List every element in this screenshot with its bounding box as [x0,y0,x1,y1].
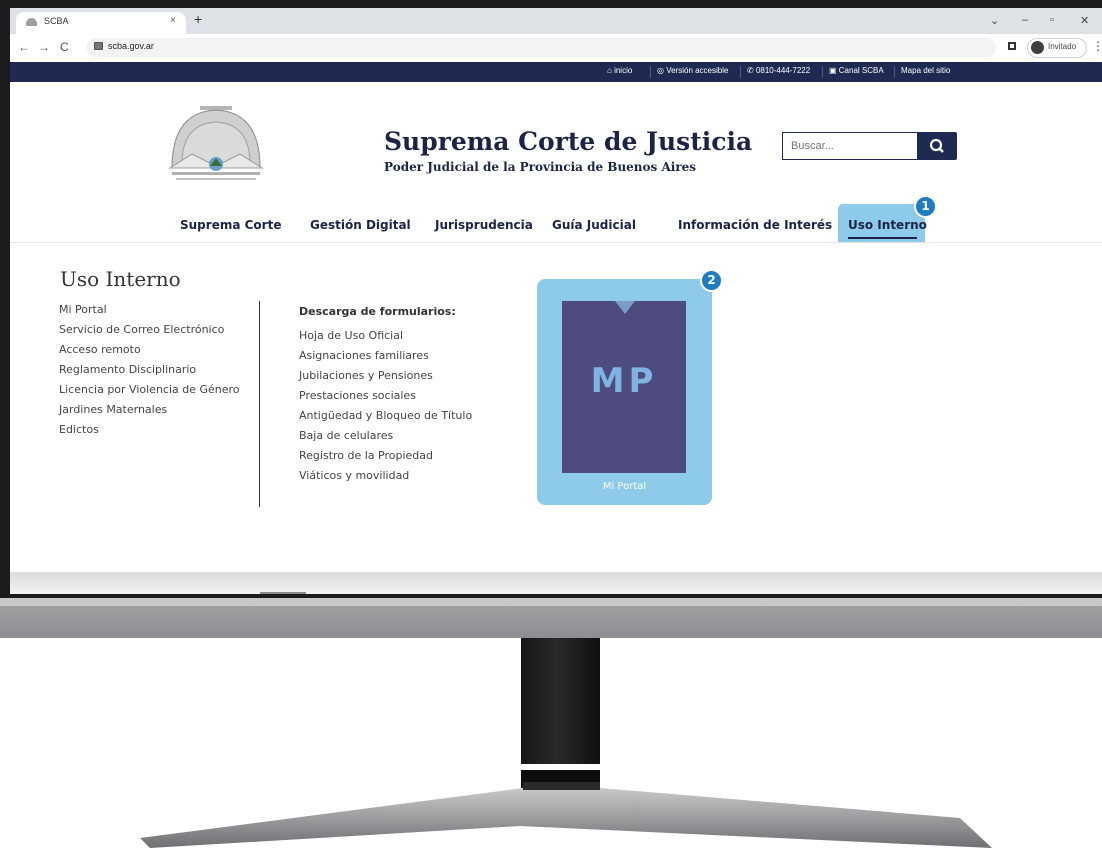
video-icon: ▣ [829,66,839,75]
form-link-asignaciones-familiares[interactable]: Asignaciones familiares [299,349,429,362]
topbar-accessible-link[interactable]: ◎ Versión accesible [657,66,728,75]
link-edictos[interactable]: Edictos [59,423,99,436]
form-link-hoja-uso-oficial[interactable]: Hoja de Uso Oficial [299,329,403,342]
dropdown-title: Uso Interno [60,267,181,291]
nav-active-underline [848,237,917,239]
topbar-divider [822,66,823,78]
topbar-phone-label: 0810-444-7222 [755,66,811,75]
profile-avatar-icon [1031,41,1044,54]
url-text: scba.gov.ar [108,41,154,51]
reload-icon[interactable]: C [60,40,69,54]
form-link-prestaciones-sociales[interactable]: Prestaciones sociales [299,389,416,402]
topbar-phone-link[interactable]: ✆ 0810-444-7222 [747,66,810,75]
eye-slash-icon: ◎ [657,66,667,75]
link-acceso-remoto[interactable]: Acceso remoto [59,343,141,356]
browser-toolbar: ← → C scba.gov.ar Invitado ⋮ [10,34,1102,63]
close-window-icon[interactable]: ✕ [1080,14,1089,27]
topbar-sitemap-link[interactable]: Mapa del sitio [901,66,950,75]
tab-list-icon[interactable]: ⌄ [990,14,999,27]
tab-title: SCBA [44,16,69,26]
site-subtitle: Poder Judicial de la Provincia de Buenos… [384,160,697,174]
topbar-home-label: inicio [614,66,633,75]
link-licencia-violencia-genero[interactable]: Licencia por Violencia de Género [59,383,240,396]
phone-icon: ✆ [747,66,756,75]
form-link-jubilaciones-pensiones[interactable]: Jubilaciones y Pensiones [299,369,433,382]
taskbar-indicator [260,592,306,594]
profile-button[interactable]: Invitado [1027,38,1087,58]
nav-gestion-digital[interactable]: Gestión Digital [310,218,411,232]
topbar-divider [894,66,895,78]
topbar-canal-link[interactable]: ▣ Canal SCBA [829,66,884,75]
dropdown-shadow [10,572,1102,594]
search-button[interactable] [917,132,957,160]
form-link-baja-celulares[interactable]: Baja de celulares [299,429,393,442]
uso-interno-dropdown: Uso Interno Mi Portal Servicio de Correo… [10,242,1102,573]
coat-of-arms-logo[interactable] [162,102,270,186]
search-icon [929,138,944,153]
mi-portal-card-logo: MP [590,361,658,401]
monitor-screen: SCBA × + ⌄ – ▫ ✕ ← → C scba.gov.ar Invit… [10,8,1102,594]
search-box [782,132,918,160]
link-correo-electronico[interactable]: Servicio de Correo Electrónico [59,323,224,336]
topbar-accessible-label: Versión accesible [666,66,729,75]
maximize-icon[interactable]: ▫ [1050,14,1054,26]
forward-arrow-icon[interactable]: → [38,40,50,54]
profile-label: Invitado [1048,42,1077,51]
utility-bar: ⌂ inicio ◎ Versión accesible ✆ 0810-444-… [10,62,1102,82]
nav-suprema-corte[interactable]: Suprema Corte [180,218,281,232]
form-link-antiguedad-bloqueo[interactable]: Antigüedad y Bloqueo de Título [299,409,472,422]
browser-tab-strip: SCBA × + ⌄ – ▫ ✕ [10,8,1102,34]
new-tab-button[interactable]: + [194,12,202,26]
nav-uso-interno[interactable]: Uso Interno [848,218,927,232]
link-jardines-maternales[interactable]: Jardines Maternales [59,403,167,416]
minimize-icon[interactable]: – [1022,14,1028,26]
mi-portal-card-caption[interactable]: Mi Portal [537,481,712,492]
home-icon: ⌂ [607,66,615,75]
nav-informacion-de-interes[interactable]: Información de Interés [678,218,832,232]
close-tab-icon[interactable]: × [170,15,176,26]
step-badge-1: 1 [914,195,937,218]
topbar-divider [650,66,651,78]
address-bar[interactable]: scba.gov.ar [86,38,996,57]
column-divider [259,301,260,507]
topbar-home-link[interactable]: ⌂ inicio [607,66,632,75]
card-notch-icon [615,301,635,314]
site-title[interactable]: Suprema Corte de Justicia [384,127,752,156]
form-link-viaticos-movilidad[interactable]: Viáticos y movilidad [299,469,409,482]
topbar-canal-label: Canal SCBA [838,66,884,75]
lock-icon [94,42,103,50]
browser-tab[interactable]: SCBA × [16,12,186,34]
side-panel-icon[interactable] [1008,42,1016,50]
form-link-registro-propiedad[interactable]: Registro de la Propiedad [299,449,433,462]
browser-menu-icon[interactable]: ⋮ [1092,39,1102,53]
step-badge-2: 2 [700,269,723,292]
topbar-divider [740,66,741,78]
nav-guia-judicial[interactable]: Guía Judicial [552,218,636,232]
site-favicon-icon [26,18,37,26]
back-arrow-icon[interactable]: ← [18,40,30,54]
search-input[interactable] [789,139,913,153]
link-mi-portal[interactable]: Mi Portal [59,303,107,316]
nav-jurisprudencia[interactable]: Jurisprudencia [435,218,533,232]
link-reglamento-disciplinario[interactable]: Reglamento Disciplinario [59,363,196,376]
forms-heading: Descarga de formularios: [299,305,456,318]
